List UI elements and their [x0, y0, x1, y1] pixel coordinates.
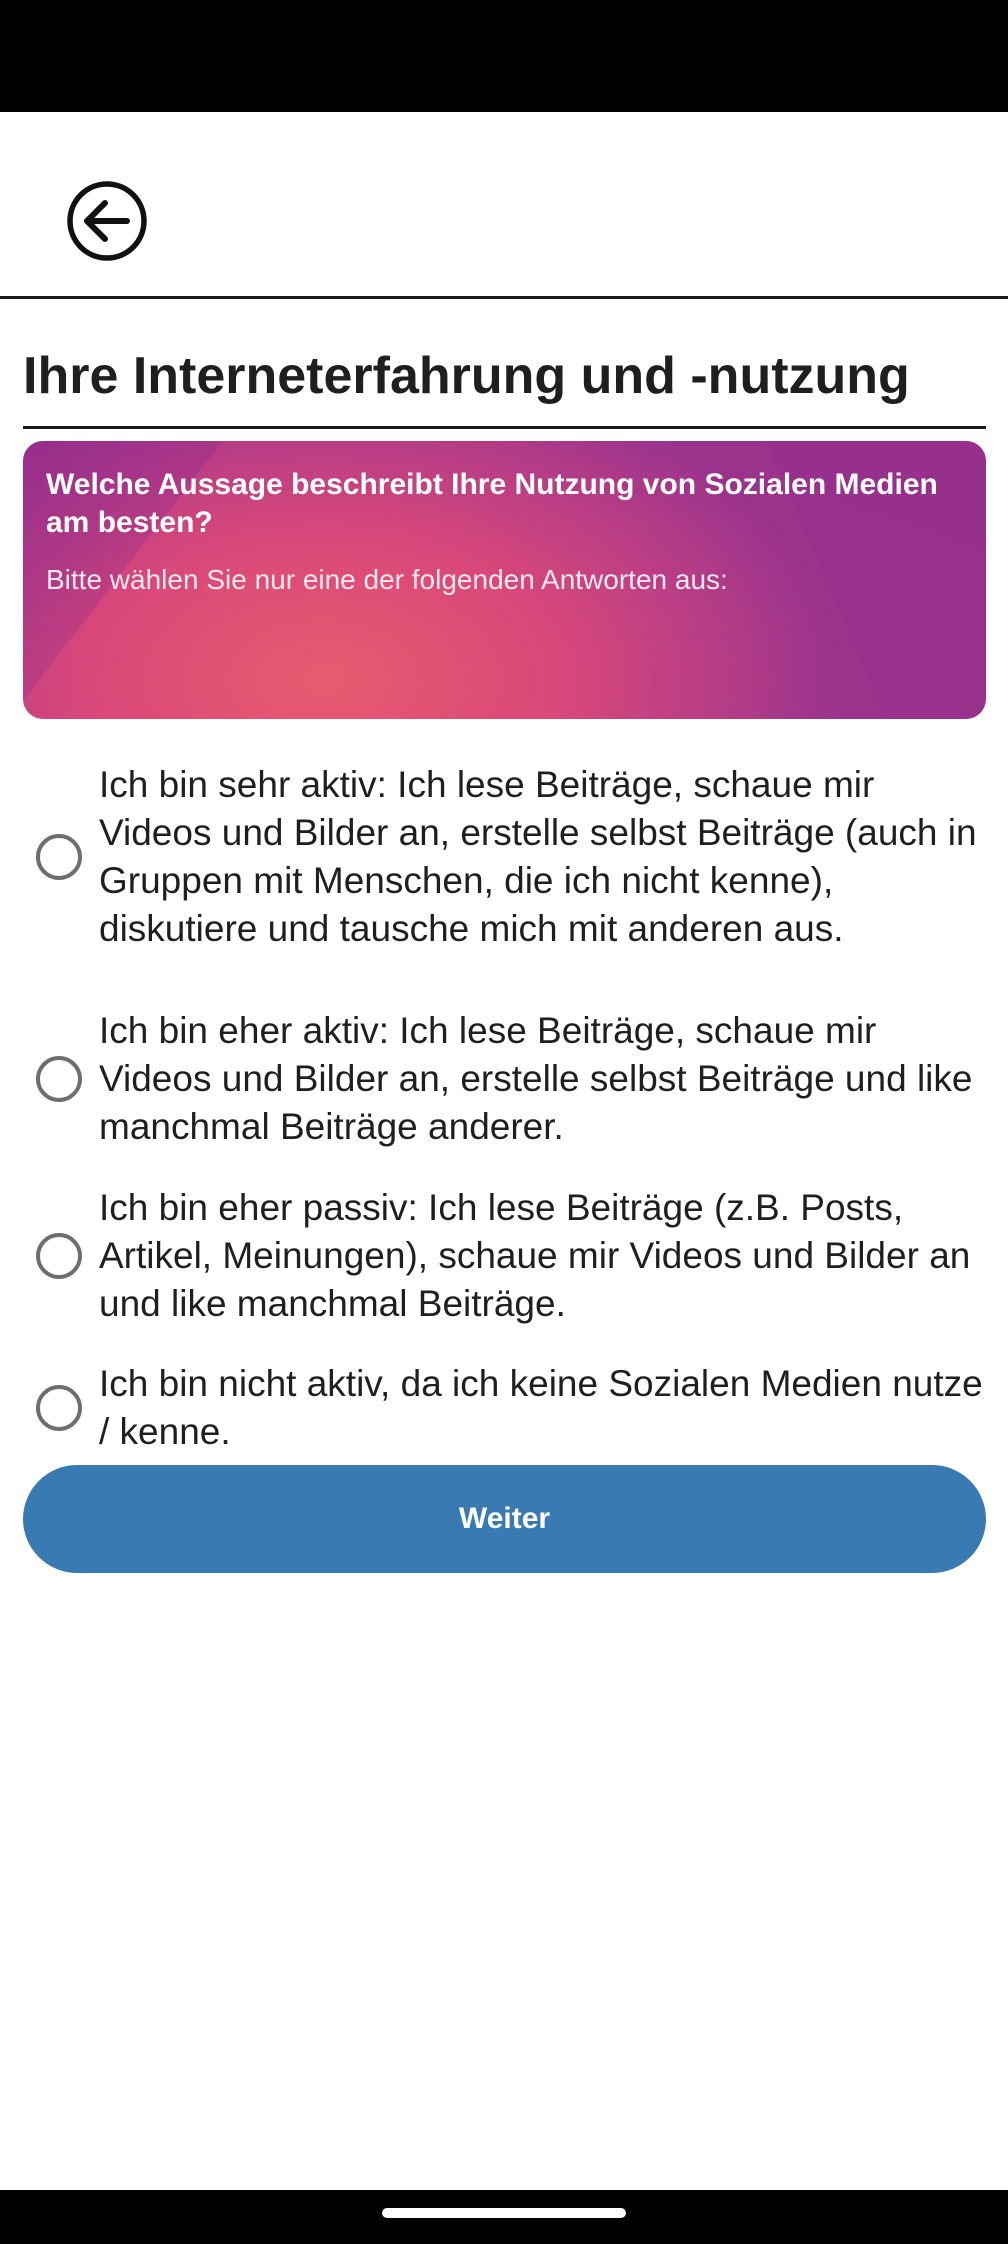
answer-option-label: Ich bin eher aktiv: Ich lese Beiträge, s… [99, 1010, 973, 1147]
answer-option-rather-active[interactable]: Ich bin eher aktiv: Ich lese Beiträge, s… [23, 990, 986, 1168]
back-button[interactable] [64, 180, 150, 266]
radio-button[interactable] [36, 1385, 82, 1431]
system-navigation-bar [0, 2190, 1008, 2244]
answer-option-label: Ich bin eher passiv: Ich lese Beiträge (… [99, 1187, 971, 1324]
home-indicator[interactable] [382, 2208, 626, 2218]
answer-options: Ich bin sehr aktiv: Ich lese Beiträge, s… [23, 735, 986, 1472]
app-bar [0, 112, 1008, 299]
answer-option-not-active[interactable]: Ich bin nicht aktiv, da ich keine Sozial… [23, 1344, 986, 1472]
answer-option-very-active[interactable]: Ich bin sehr aktiv: Ich lese Beiträge, s… [23, 735, 986, 978]
answer-option-label: Ich bin nicht aktiv, da ich keine Sozial… [99, 1363, 983, 1452]
radio-button[interactable] [36, 833, 82, 880]
answer-option-rather-passive[interactable]: Ich bin eher passiv: Ich lese Beiträge (… [23, 1168, 986, 1344]
question-text: Welche Aussage beschreibt Ihre Nutzung v… [46, 468, 938, 539]
page-title: Ihre Interneterfahrung und -nutzung [23, 340, 986, 429]
question-card: Welche Aussage beschreibt Ihre Nutzung v… [23, 441, 986, 719]
radio-button[interactable] [36, 1233, 82, 1279]
radio-button[interactable] [36, 1056, 82, 1102]
arrow-left-circle-icon [65, 179, 149, 268]
next-button[interactable]: Weiter [23, 1465, 986, 1573]
question-hint: Bitte wählen Sie nur eine der folgenden … [46, 564, 728, 595]
status-bar [0, 0, 1008, 112]
answer-option-label: Ich bin sehr aktiv: Ich lese Beiträge, s… [99, 763, 977, 949]
